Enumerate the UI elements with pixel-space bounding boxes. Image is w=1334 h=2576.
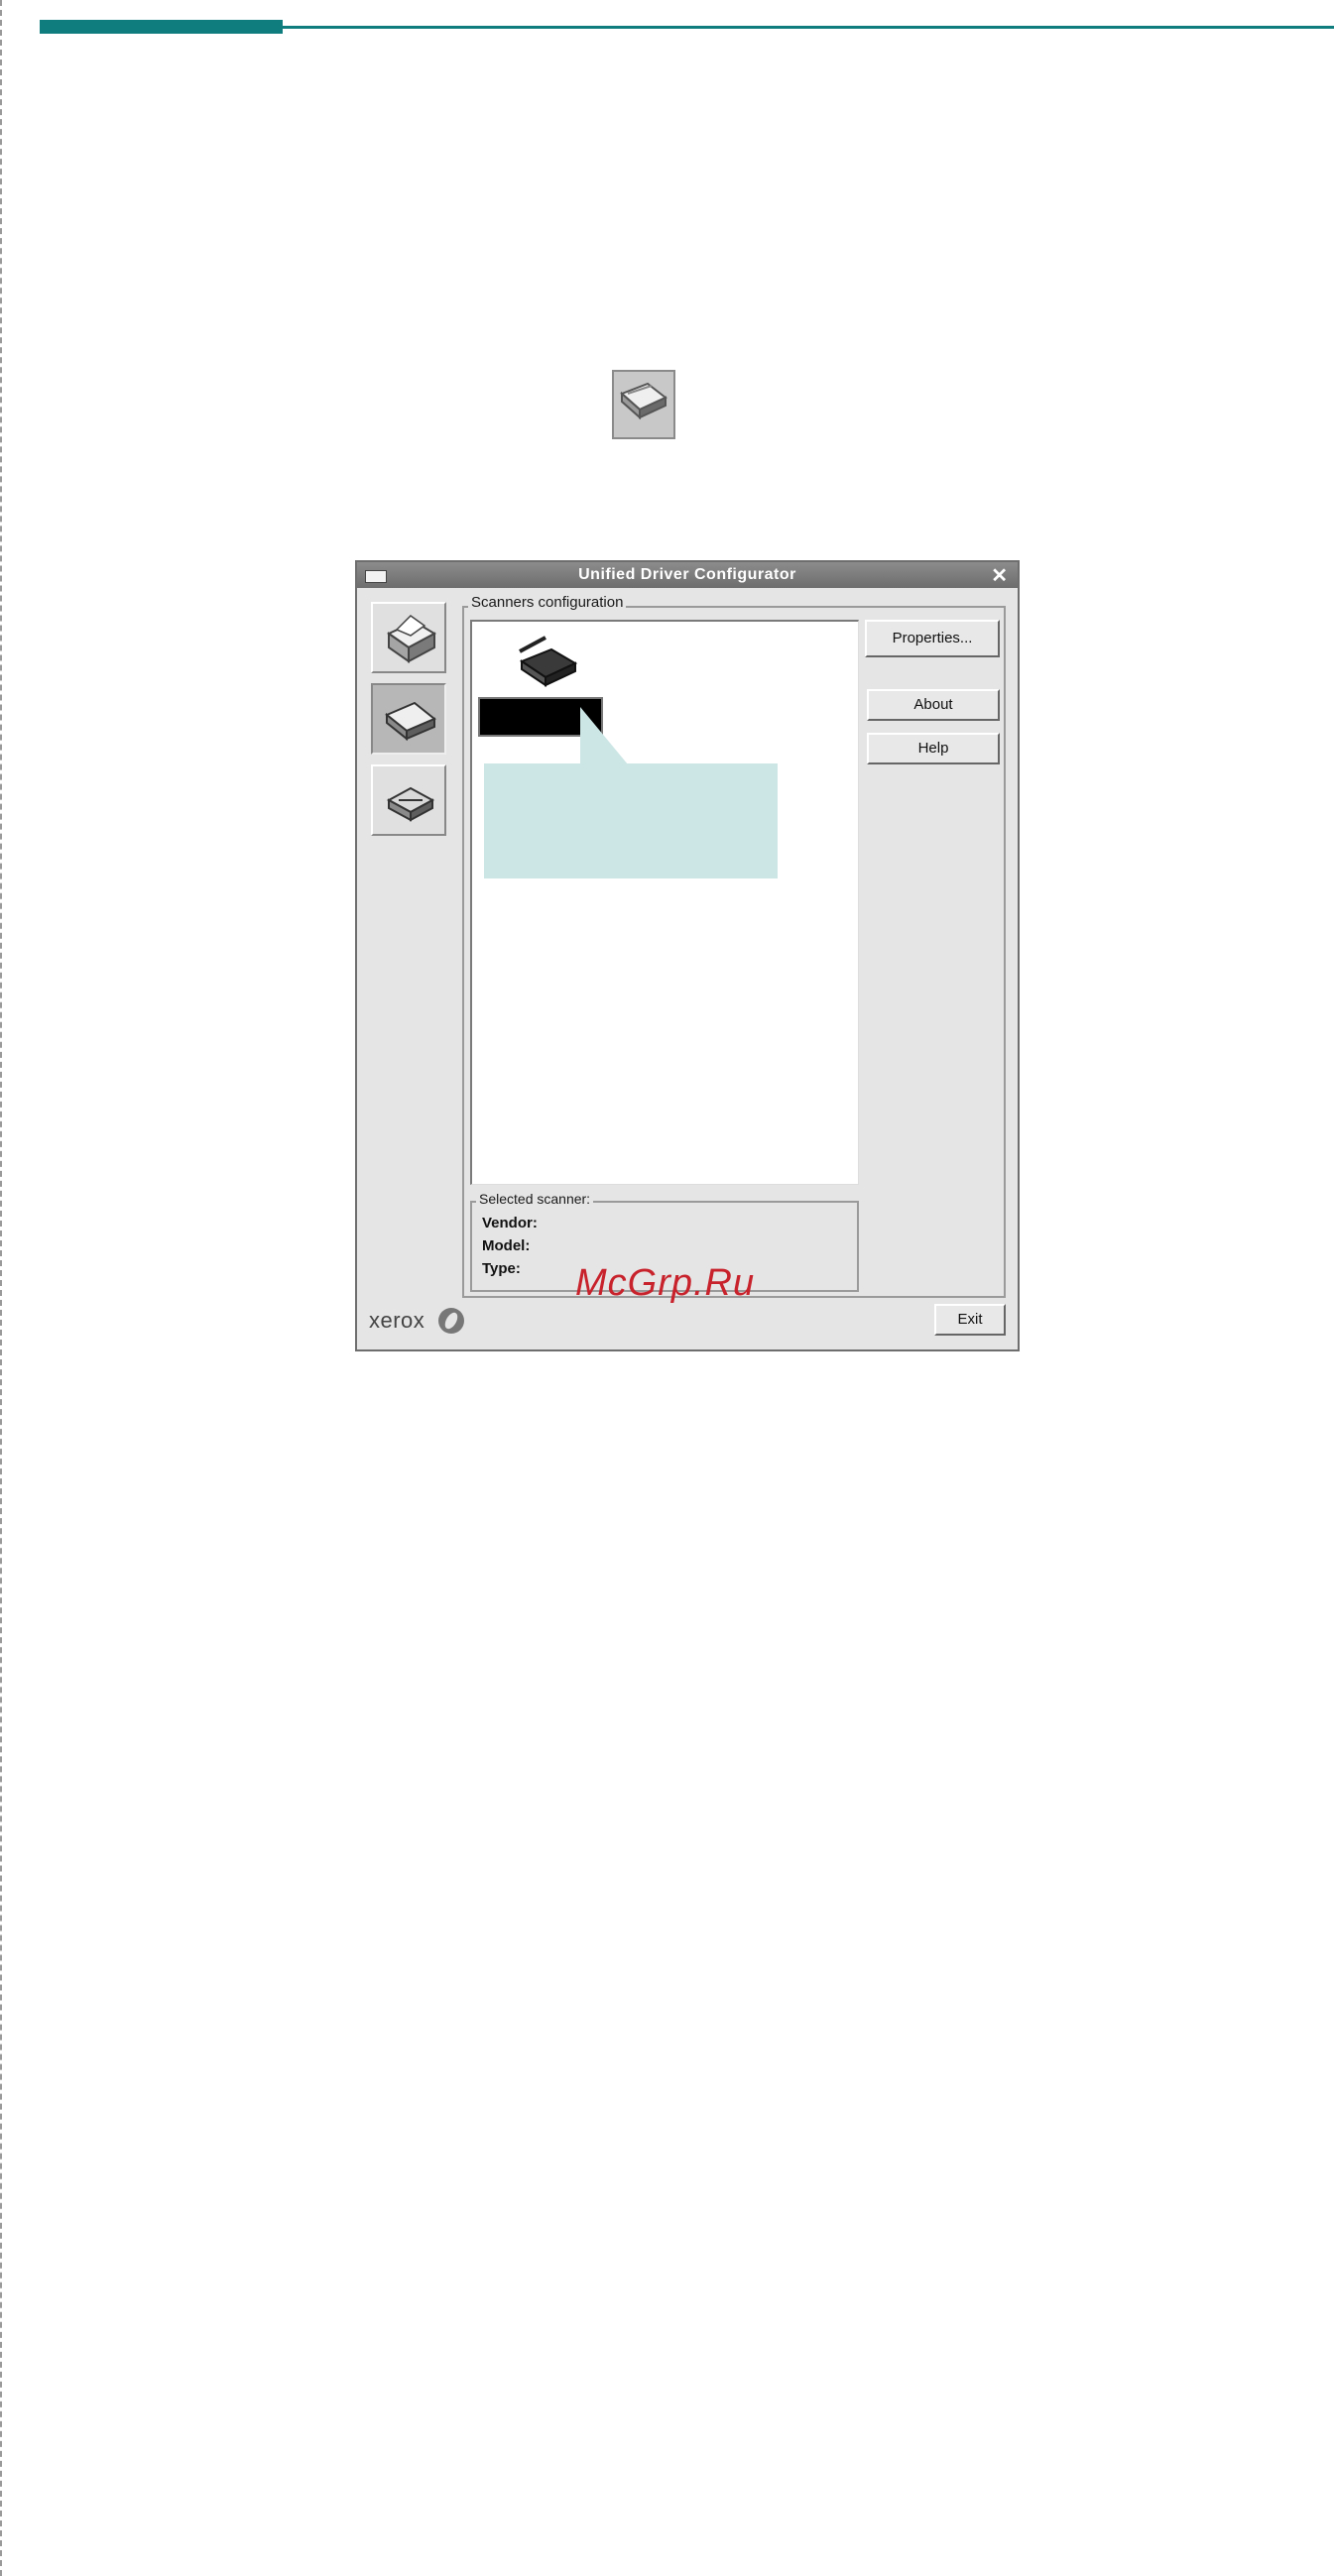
- scanner-item-icon[interactable]: [512, 632, 583, 700]
- watermark-text: McGrp.Ru: [575, 1262, 756, 1304]
- port-icon: [386, 786, 435, 822]
- exit-button[interactable]: Exit: [934, 1304, 1006, 1336]
- xerox-logo-text: xerox: [369, 1308, 425, 1333]
- header-rule: [283, 26, 1334, 29]
- about-button[interactable]: About: [867, 689, 1000, 721]
- properties-button[interactable]: Properties...: [865, 620, 1000, 657]
- window-titlebar[interactable]: Unified Driver Configurator ✕: [357, 562, 1018, 588]
- vendor-label: Vendor:: [482, 1215, 538, 1231]
- model-label: Model:: [482, 1237, 531, 1254]
- scanners-configuration-label: Scanners configuration: [468, 594, 627, 611]
- xerox-logo-icon: [438, 1308, 464, 1334]
- help-button[interactable]: Help: [867, 733, 1000, 764]
- callout-pointer: [580, 707, 628, 764]
- header-accent-bar: [40, 20, 283, 34]
- scanner-list[interactable]: [470, 620, 859, 1185]
- scanner-icon: [385, 701, 436, 742]
- window-title: Unified Driver Configurator: [578, 566, 796, 583]
- printer-icon: [387, 615, 437, 663]
- sidebar-item-scanners[interactable]: [371, 683, 446, 755]
- scanner-icon: [612, 370, 675, 439]
- callout-box: [484, 763, 778, 878]
- close-icon[interactable]: ✕: [991, 563, 1008, 588]
- page-edge-dashes: [0, 0, 2, 2576]
- type-label: Type:: [482, 1260, 521, 1277]
- sidebar-item-printers[interactable]: [371, 602, 446, 673]
- sidebar-item-ports[interactable]: [371, 764, 446, 836]
- selected-scanner-label: Selected scanner:: [476, 1191, 594, 1207]
- unified-driver-configurator-window: Unified Driver Configurator ✕ Scanners c…: [355, 560, 1020, 1351]
